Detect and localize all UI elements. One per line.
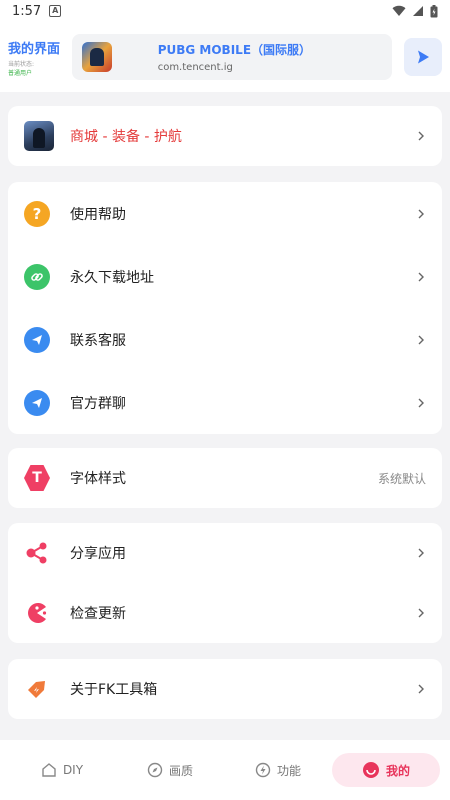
chevron-right-icon [418, 548, 424, 558]
status-label: 当前状态: [8, 60, 35, 68]
nav-label: 画质 [168, 763, 193, 778]
help-icon: ? [24, 200, 50, 227]
group-label: 官方群聊 [70, 395, 126, 412]
play-icon [418, 50, 430, 64]
launch-game-button[interactable] [404, 38, 442, 76]
font-value: 系统默认 [377, 471, 426, 486]
pubg-game-thumbnail [81, 42, 112, 72]
status-bar: 1:57 A [0, 0, 450, 22]
bottom-nav: DIY 画质 功能 我的 [0, 740, 450, 800]
compass-icon [147, 762, 163, 778]
app-header: 我的界面 当前状态: 普通用户 PUBG MOBILE（国际服） com.ten… [0, 22, 450, 92]
shop-label: 商城 - 装备 - 护航 [70, 129, 182, 145]
smile-icon [362, 762, 379, 778]
menu-item-about[interactable]: 关于FK工具箱 [8, 659, 442, 719]
font-style-icon: T [24, 465, 50, 491]
nav-label: 功能 [276, 763, 301, 778]
telegram-icon [24, 326, 50, 353]
wifi-icon [392, 5, 406, 17]
chevron-right-icon [418, 272, 424, 281]
menu-item-download[interactable]: 永久下载地址 [8, 245, 442, 308]
nav-label: 我的 [385, 763, 410, 778]
menu-item-help[interactable]: ? 使用帮助 [8, 182, 442, 245]
nav-tab-features[interactable]: 功能 [224, 753, 332, 787]
link-icon [24, 263, 50, 290]
shop-card: 商城 - 装备 - 护航 [8, 106, 442, 166]
about-card: 关于FK工具箱 [8, 659, 442, 719]
home-icon [42, 763, 56, 777]
help-label: 使用帮助 [70, 206, 126, 223]
menu-item-font[interactable]: T 字体样式 系统默认 [8, 448, 442, 508]
menu-item-shop[interactable]: 商城 - 装备 - 护航 [8, 106, 442, 166]
menu-item-update[interactable]: 检查更新 [8, 583, 442, 643]
menu-item-service[interactable]: 联系客服 [8, 308, 442, 371]
chevron-right-icon [418, 131, 424, 141]
status-time: 1:57 [12, 3, 42, 19]
update-pacman-icon [24, 600, 50, 626]
support-card: ? 使用帮助 永久下载地址 联系客服 官方群聊 [8, 182, 442, 434]
service-label: 联系客服 [70, 332, 126, 349]
pubg-icon [24, 121, 54, 151]
app-card: 分享应用 检查更新 [8, 523, 442, 643]
chevron-right-icon [418, 608, 424, 618]
chevron-right-icon [418, 684, 424, 694]
share-icon [24, 540, 50, 566]
notification-a-icon: A [49, 5, 62, 17]
game-info: PUBG MOBILE（国际服） com.tencent.ig [158, 41, 311, 73]
share-label: 分享应用 [70, 546, 126, 562]
game-selector-card[interactable]: PUBG MOBILE（国际服） com.tencent.ig [71, 34, 393, 80]
menu-item-group[interactable]: 官方群聊 [8, 371, 442, 434]
chevron-right-icon [418, 398, 424, 407]
game-package: com.tencent.ig [157, 62, 233, 73]
battery-icon [430, 4, 438, 17]
page-title: 我的界面 [8, 41, 61, 57]
nav-label: DIY [62, 763, 84, 777]
header-left: 我的界面 当前状态: 普通用户 [8, 38, 68, 77]
font-card: T 字体样式 系统默认 [8, 448, 442, 508]
status-icons [392, 4, 438, 18]
font-label: 字体样式 [70, 471, 126, 487]
nav-tab-diy[interactable]: DIY [8, 753, 116, 787]
update-label: 检查更新 [70, 606, 126, 622]
telegram-icon [24, 389, 50, 416]
chevron-right-icon [418, 335, 424, 344]
nav-tab-mine[interactable]: 我的 [332, 753, 440, 787]
nav-tab-quality[interactable]: 画质 [116, 753, 224, 787]
lightning-icon [255, 762, 271, 778]
download-label: 永久下载地址 [70, 269, 154, 286]
user-status: 普通用户 [8, 69, 33, 77]
about-label: 关于FK工具箱 [70, 682, 158, 698]
game-name: PUBG MOBILE（国际服） [157, 43, 312, 57]
menu-item-share[interactable]: 分享应用 [8, 523, 442, 583]
signal-icon [413, 6, 423, 16]
chevron-right-icon [418, 209, 424, 218]
tag-icon [24, 676, 50, 702]
